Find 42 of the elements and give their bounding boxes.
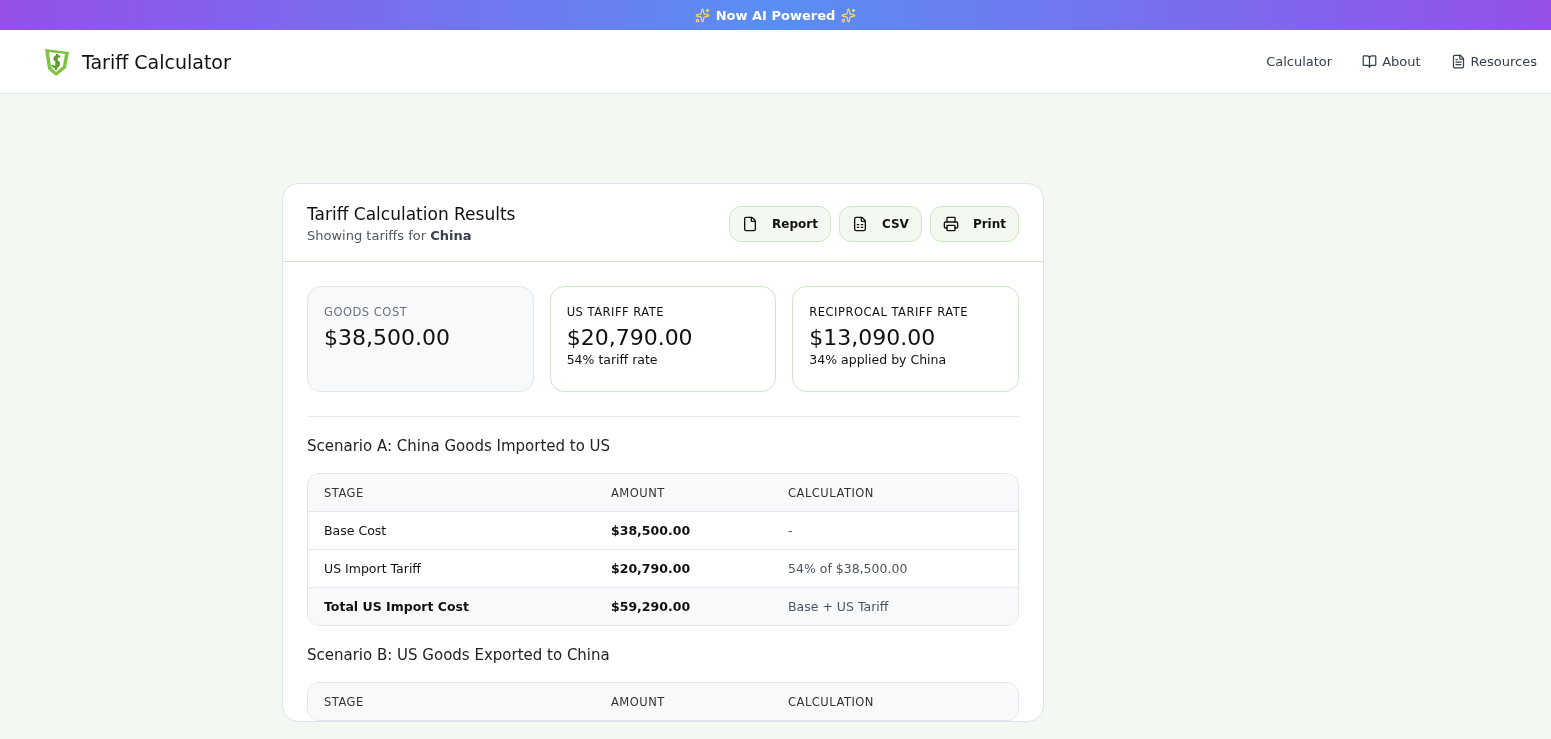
document-icon	[1450, 54, 1466, 69]
nav-link[interactable]: Resources	[1450, 54, 1537, 69]
nav-link[interactable]: About	[1362, 54, 1421, 69]
app-title: Tariff Calculator	[82, 50, 231, 73]
table-cell-text: Base Cost	[324, 523, 388, 538]
scenario-title: Scenario B: US Goods Exported to China	[307, 645, 611, 666]
summary-value: $13,090.00	[809, 325, 937, 350]
summary-label: GOODS COST	[324, 305, 409, 319]
table-cell-text: Total US Import Cost	[324, 599, 470, 614]
book-icon	[1362, 54, 1378, 69]
summary-label: US TARIFF RATE	[566, 305, 666, 319]
sparkles-icon	[841, 7, 857, 23]
column-header: CALCULATION	[788, 694, 875, 709]
summary-note: 54% tariff rate	[566, 352, 659, 367]
summary-label: RECIPROCAL TARIFF RATE	[809, 305, 969, 319]
banner-text: Now AI Powered	[715, 7, 836, 23]
file-icon	[742, 215, 759, 232]
table-cell-text: Base + US Tariff	[788, 599, 890, 614]
export-button[interactable]: Print	[929, 205, 1019, 242]
printer-icon	[942, 215, 959, 232]
summary-note: 34% applied by China	[809, 352, 948, 367]
spreadsheet-icon	[851, 215, 868, 232]
results-title: Tariff Calculation Results	[307, 204, 516, 224]
column-header: AMOUNT	[611, 694, 666, 709]
column-header: AMOUNT	[611, 485, 666, 500]
table-cell-text: -	[788, 523, 794, 538]
table-cell-text: $20,790.00	[611, 561, 692, 576]
table-cell-text: 54% of $38,500.00	[788, 561, 909, 576]
column-header: STAGE	[324, 694, 365, 709]
column-header: STAGE	[324, 485, 365, 500]
table-cell-text: US Import Tariff	[324, 561, 422, 576]
table-cell-text: $38,500.00	[611, 523, 692, 538]
summary-value: $38,500.00	[324, 325, 451, 350]
results-subtitle: Showing tariffs for China	[307, 228, 473, 243]
summary-value: $20,790.00	[566, 325, 694, 350]
scenario-title: Scenario A: China Goods Imported to US	[307, 436, 612, 457]
export-button[interactable]: CSV	[838, 205, 922, 242]
column-header: CALCULATION	[788, 485, 875, 500]
nav-link[interactable]: Calculator	[1266, 54, 1333, 69]
export-button[interactable]: Report	[729, 205, 831, 242]
sparkles-icon	[694, 7, 710, 23]
table-cell-text: $59,290.00	[611, 599, 692, 614]
